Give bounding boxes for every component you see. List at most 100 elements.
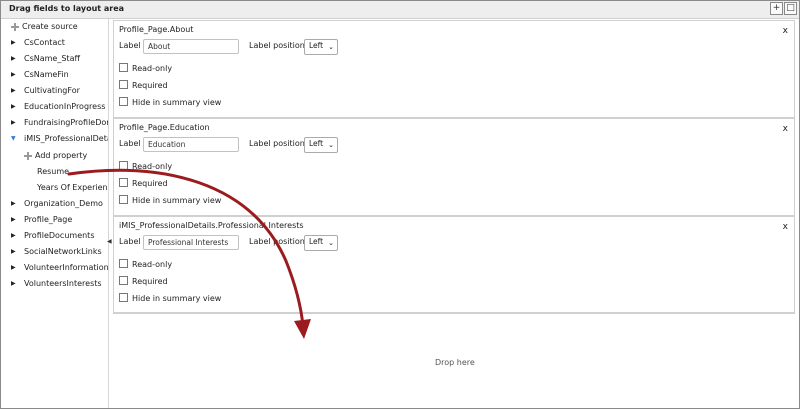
label-position-select[interactable]: Left ⌄ — [304, 235, 338, 251]
hide-summary-label: Hide in summary view — [132, 196, 222, 205]
checkbox-icon[interactable] — [119, 63, 128, 72]
chevron-down-icon: ⌄ — [328, 43, 334, 51]
checkbox-icon[interactable] — [119, 178, 128, 187]
plus-icon — [24, 152, 32, 160]
tree-item-fundraisingprofiledonor[interactable]: ▶ FundraisingProfileDonor — [11, 116, 108, 130]
restore-button[interactable]: □ — [784, 2, 797, 15]
expand-triangle-icon[interactable]: ▶ — [11, 36, 16, 50]
tree-item-socialnetworklinks[interactable]: ▶ SocialNetworkLinks — [11, 245, 102, 259]
expand-triangle-icon[interactable]: ▶ — [11, 68, 16, 82]
expand-triangle-icon[interactable]: ▶ — [11, 84, 16, 98]
field-card-title: Profile_Page.About — [119, 25, 194, 34]
required-label: Required — [132, 277, 168, 286]
tree-item-label: iMIS_ProfessionalDetails — [24, 134, 108, 143]
label-input[interactable] — [143, 235, 239, 250]
checkbox-icon[interactable] — [119, 97, 128, 106]
dialog-title: Drag fields to layout area — [9, 4, 125, 13]
field-resume[interactable]: Resume — [37, 165, 69, 179]
tree-item-cscontact[interactable]: ▶ CsContact — [11, 36, 65, 50]
tree-item-volunteersinterests[interactable]: ▶ VolunteersInterests — [11, 277, 102, 291]
create-source-button[interactable]: Create source — [11, 20, 78, 34]
field-card[interactable]: Profile_Page.Education x Label Label pos… — [113, 118, 795, 216]
hide-summary-checkbox[interactable]: Hide in summary view — [119, 97, 221, 109]
readonly-checkbox[interactable]: Read-only — [119, 161, 172, 173]
tree-item-educationinprogress[interactable]: ▶ EducationInProgress — [11, 100, 105, 114]
expand-triangle-icon[interactable]: ▶ — [11, 100, 16, 114]
expand-triangle-icon[interactable]: ▶ — [11, 116, 16, 130]
field-source-tree: Create source ▶ CsContact ▶ CsName_Staff… — [1, 19, 109, 408]
checkbox-icon[interactable] — [119, 259, 128, 268]
tree-item-label: VolunteerInformation — [24, 263, 109, 272]
close-icon[interactable]: x — [783, 124, 788, 134]
required-checkbox[interactable]: Required — [119, 178, 168, 190]
checkbox-icon[interactable] — [119, 161, 128, 170]
tree-item-imis-professionaldetails[interactable]: ▼ iMIS_ProfessionalDetails — [11, 132, 108, 146]
tree-item-label: Organization_Demo — [24, 199, 103, 208]
checkbox-icon[interactable] — [119, 276, 128, 285]
tree-item-organization-demo[interactable]: ▶ Organization_Demo — [11, 197, 103, 211]
expand-triangle-icon[interactable]: ▶ — [11, 213, 16, 227]
checkbox-icon[interactable] — [119, 293, 128, 302]
expand-triangle-icon[interactable]: ▶ — [11, 277, 16, 291]
create-source-label: Create source — [22, 22, 78, 31]
add-property-button[interactable]: Add property — [24, 149, 87, 163]
tree-item-label: CsContact — [24, 38, 65, 47]
close-icon[interactable]: x — [783, 26, 788, 36]
hide-summary-checkbox[interactable]: Hide in summary view — [119, 293, 221, 305]
field-years-of-experience[interactable]: Years Of Experience — [37, 181, 108, 195]
checkbox-icon[interactable] — [119, 195, 128, 204]
label-position-caption: Label position — [249, 139, 305, 148]
drop-here-text: Drop here — [435, 358, 475, 367]
readonly-checkbox[interactable]: Read-only — [119, 63, 172, 75]
tree-item-label: VolunteersInterests — [24, 279, 102, 288]
close-icon[interactable]: x — [783, 222, 788, 232]
label-input[interactable] — [143, 39, 239, 54]
expand-triangle-icon[interactable]: ▶ — [11, 261, 16, 275]
tree-item-profiledocuments[interactable]: ▶ ProfileDocuments — [11, 229, 95, 243]
label-position-select[interactable]: Left ⌄ — [304, 39, 338, 55]
chevron-down-icon: ⌄ — [328, 141, 334, 149]
readonly-checkbox[interactable]: Read-only — [119, 259, 172, 271]
tree-item-profile-page[interactable]: ▶ Profile_Page — [11, 213, 72, 227]
label-position-value: Left — [309, 41, 324, 50]
expand-triangle-icon[interactable]: ▶ — [11, 52, 16, 66]
required-checkbox[interactable]: Required — [119, 80, 168, 92]
add-button[interactable]: + — [770, 2, 783, 15]
hide-summary-checkbox[interactable]: Hide in summary view — [119, 195, 221, 207]
tree-item-label: FundraisingProfileDonor — [24, 118, 108, 127]
label-position-select[interactable]: Left ⌄ — [304, 137, 338, 153]
collapse-panel-icon[interactable]: ◀ — [107, 238, 112, 245]
readonly-label: Read-only — [132, 260, 173, 269]
required-label: Required — [132, 179, 168, 188]
tree-item-label: Profile_Page — [24, 215, 73, 224]
tree-item-cultivatingfor[interactable]: ▶ CultivatingFor — [11, 84, 80, 98]
plus-icon — [11, 23, 19, 31]
tree-item-volunteerinformation[interactable]: ▶ VolunteerInformation — [11, 261, 109, 275]
field-card[interactable]: iMIS_ProfessionalDetails.Professional In… — [113, 216, 795, 314]
expand-triangle-icon[interactable]: ▶ — [11, 245, 16, 259]
layout-dialog: Drag fields to layout area + □ Create so… — [0, 0, 800, 409]
required-checkbox[interactable]: Required — [119, 276, 168, 288]
required-label: Required — [132, 81, 168, 90]
label-input[interactable] — [143, 137, 239, 152]
drop-zone[interactable]: Drop here — [113, 312, 795, 407]
label-position-value: Left — [309, 139, 324, 148]
chevron-down-icon: ⌄ — [328, 239, 334, 247]
collapse-triangle-icon[interactable]: ▼ — [11, 132, 16, 146]
tree-item-csnamefin[interactable]: ▶ CsNameFin — [11, 68, 69, 82]
expand-triangle-icon[interactable]: ▶ — [11, 197, 16, 211]
title-bar: Drag fields to layout area + □ — [1, 1, 799, 19]
label-caption: Label — [119, 139, 141, 148]
field-card[interactable]: Profile_Page.About x Label Label positio… — [113, 20, 795, 118]
tree-item-label: ProfileDocuments — [24, 231, 95, 240]
readonly-label: Read-only — [132, 64, 173, 73]
hide-summary-label: Hide in summary view — [132, 294, 222, 303]
readonly-label: Read-only — [132, 162, 173, 171]
layout-area: Profile_Page.About x Label Label positio… — [113, 20, 795, 406]
checkbox-icon[interactable] — [119, 80, 128, 89]
tree-item-csname-staff[interactable]: ▶ CsName_Staff — [11, 52, 80, 66]
expand-triangle-icon[interactable]: ▶ — [11, 229, 16, 243]
field-card-title: Profile_Page.Education — [119, 123, 210, 132]
add-property-label: Add property — [35, 151, 88, 160]
label-position-caption: Label position — [249, 237, 305, 246]
